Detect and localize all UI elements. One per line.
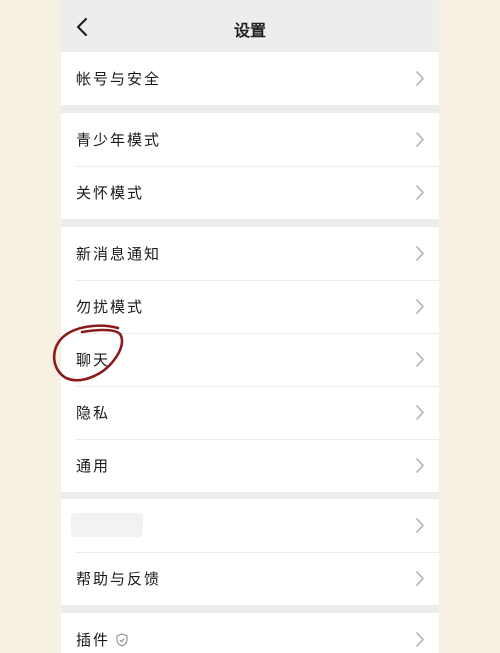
settings-item-label: 勿扰模式 [76, 298, 145, 316]
chevron-right-icon [416, 246, 424, 261]
settings-group-about: 帮助与反馈 [61, 499, 439, 605]
settings-item-privacy[interactable]: 隐私 [61, 386, 439, 439]
settings-item-account-security[interactable]: 帐号与安全 [61, 52, 439, 105]
settings-item-general[interactable]: 通用 [61, 439, 439, 492]
settings-group-account: 帐号与安全 [61, 52, 439, 105]
settings-item-label: 帐号与安全 [76, 70, 162, 88]
chevron-right-icon [416, 132, 424, 147]
settings-item-label: 新消息通知 [76, 245, 162, 263]
shield-icon [116, 633, 128, 647]
navigation-bar: 设置 [61, 0, 439, 52]
chevron-right-icon [416, 571, 424, 586]
settings-item-care-mode[interactable]: 关怀模式 [61, 166, 439, 219]
settings-item-label: 关怀模式 [76, 184, 145, 202]
settings-item-notifications[interactable]: 新消息通知 [61, 227, 439, 280]
settings-item-plugins[interactable]: 插件 [61, 613, 439, 653]
settings-item-label: 插件 [76, 631, 111, 649]
settings-group-general: 新消息通知 勿扰模式 聊天 隐私 通用 [61, 227, 439, 492]
page-title: 设置 [233, 21, 266, 40]
settings-item-help-feedback[interactable]: 帮助与反馈 [61, 552, 439, 605]
settings-item-chat[interactable]: 聊天 [61, 333, 439, 386]
chevron-right-icon [416, 405, 424, 420]
settings-item-label: 青少年模式 [76, 131, 162, 149]
chevron-right-icon [416, 518, 424, 533]
settings-screen: 设置 帐号与安全 青少年模式 关怀模式 新消息通知 勿扰模式 聊天 隐私 通用 … [61, 0, 439, 653]
settings-item-label: 聊天 [76, 351, 111, 369]
settings-item-do-not-disturb[interactable]: 勿扰模式 [61, 280, 439, 333]
chevron-right-icon [416, 185, 424, 200]
settings-item-label: 帮助与反馈 [76, 570, 162, 588]
settings-item-youth-mode[interactable]: 青少年模式 [61, 113, 439, 166]
settings-item-about[interactable] [61, 499, 439, 552]
chevron-right-icon [416, 71, 424, 86]
chevron-right-icon [416, 299, 424, 314]
chevron-right-icon [416, 632, 424, 647]
settings-item-label: 通用 [76, 457, 111, 475]
settings-item-label: 隐私 [76, 404, 111, 422]
chevron-right-icon [416, 352, 424, 367]
redacted-label [71, 513, 143, 537]
settings-group-plugins: 插件 [61, 613, 439, 653]
chevron-right-icon [416, 458, 424, 473]
settings-group-modes: 青少年模式 关怀模式 [61, 113, 439, 219]
